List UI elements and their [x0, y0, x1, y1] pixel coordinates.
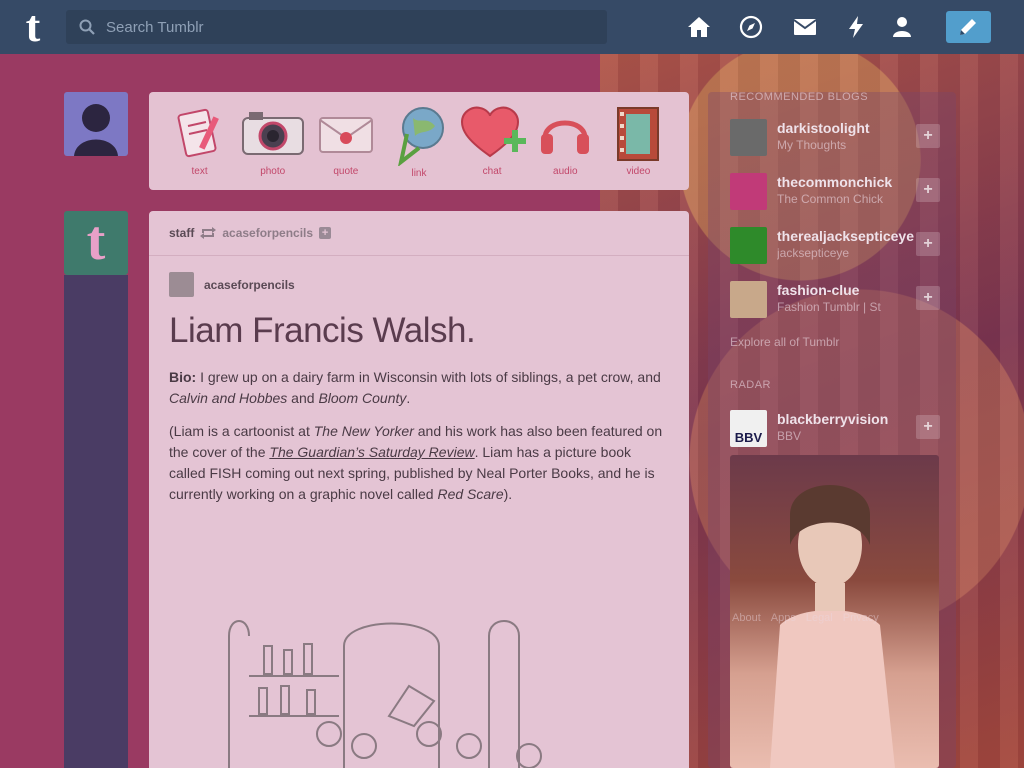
post-type-photo[interactable]: photo [241, 104, 305, 177]
blog-description: Fashion Tumblr | St [777, 300, 881, 314]
reblogger-name[interactable]: staff [169, 226, 194, 240]
footer-apps-link[interactable]: Apps [771, 612, 796, 624]
guardian-link[interactable]: The Guardian’s Saturday Review [269, 444, 474, 460]
post-title: Liam Francis Walsh. [169, 311, 476, 350]
blog-description: BBV [777, 429, 802, 443]
post-type-text[interactable]: text [168, 104, 232, 177]
follow-button[interactable]: + [916, 124, 940, 148]
radar-heading: RADAR [730, 379, 772, 391]
author-avatar[interactable] [169, 272, 194, 297]
radar-blog-avatar[interactable]: BBV [730, 410, 767, 447]
post-header: staff acaseforpencils + [149, 211, 689, 256]
blog-name[interactable]: fashion-clue [777, 282, 917, 298]
radar-blog[interactable]: BBV blackberryvision BBV + [730, 410, 940, 450]
blog-name[interactable]: therealjacksepticeye [777, 228, 917, 244]
post-body: Bio: I grew up on a dairy farm in Wiscon… [149, 351, 689, 505]
footer-privacy-link[interactable]: Privacy [843, 612, 879, 624]
audio-icon [541, 120, 590, 154]
explore-icon[interactable] [739, 15, 763, 39]
recommended-blog[interactable]: darkistoolight My Thoughts + [730, 119, 940, 159]
text-icon [177, 108, 219, 158]
blog-avatar[interactable] [730, 173, 767, 210]
follow-button[interactable]: + [916, 286, 940, 310]
post-byline: acaseforpencils [149, 256, 689, 297]
recommended-blog[interactable]: therealjacksepticeye jacksepticeye + [730, 227, 940, 267]
follow-button[interactable]: + [916, 178, 940, 202]
search-bar[interactable] [66, 10, 607, 44]
right-sidebar: RECOMMENDED BLOGS darkistoolight My Thou… [708, 91, 956, 768]
blog-description: My Thoughts [777, 138, 847, 152]
description-paragraph: (Liam is a cartoonist at The New Yorker … [169, 423, 663, 502]
footer-legal-link[interactable]: Legal [806, 612, 833, 624]
follow-source-button[interactable]: + [319, 227, 332, 239]
camera-icon [241, 112, 304, 155]
inbox-icon[interactable] [793, 15, 817, 39]
chat-icon [461, 106, 527, 158]
post-type-quote[interactable]: quote [314, 104, 378, 177]
dashboard-post: staff acaseforpencils + acaseforpencils … [149, 211, 689, 768]
follow-button[interactable]: + [916, 232, 940, 256]
sidebar-footer: About Apps Legal Privacy [732, 612, 879, 624]
blog-description: jacksepticeye [777, 246, 850, 260]
tumblr-logo[interactable]: t [16, 5, 50, 49]
post-type-audio[interactable]: audio [533, 104, 597, 177]
recommended-blog[interactable]: thecommonchick The Common Chick + [730, 173, 940, 213]
top-navigation-bar: t [0, 0, 1024, 54]
home-icon[interactable] [687, 15, 711, 39]
recommended-heading: RECOMMENDED BLOGS [730, 91, 869, 103]
pencil-icon [960, 19, 976, 35]
post-type-bar: text photo quote link chat audio video [149, 92, 689, 190]
recommended-blog[interactable]: fashion-clue Fashion Tumblr | St + [730, 281, 940, 321]
bio-paragraph: Bio: I grew up on a dairy farm in Wiscon… [169, 369, 661, 406]
avatar-column-trail [64, 275, 128, 768]
search-input[interactable] [106, 18, 607, 36]
video-icon [617, 107, 660, 161]
blog-name[interactable]: thecommonchick [777, 174, 917, 190]
explore-link[interactable]: Explore all of Tumblr [730, 335, 839, 349]
footer-about-link[interactable]: About [732, 612, 761, 624]
activity-icon[interactable] [844, 15, 868, 39]
account-icon[interactable] [890, 15, 914, 39]
post-type-video[interactable]: video [606, 104, 670, 177]
cartoon-illustration [228, 620, 542, 768]
my-avatar[interactable] [64, 92, 128, 156]
reblog-icon [200, 227, 217, 239]
user-silhouette-icon [74, 104, 118, 156]
follow-button[interactable]: + [916, 415, 940, 439]
author-name[interactable]: acaseforpencils [204, 278, 295, 292]
quote-icon [318, 117, 373, 153]
link-icon [398, 107, 444, 166]
post-type-link[interactable]: link [387, 104, 451, 179]
blog-name[interactable]: blackberryvision [777, 411, 917, 427]
blog-avatar[interactable] [730, 119, 767, 156]
blog-avatar[interactable] [730, 227, 767, 264]
blog-description: The Common Chick [777, 192, 884, 206]
source-blog-name[interactable]: acaseforpencils [222, 226, 313, 240]
compose-button[interactable] [946, 11, 991, 43]
blog-avatar[interactable] [730, 281, 767, 318]
post-type-chat[interactable]: chat [460, 104, 527, 177]
search-icon [79, 19, 95, 35]
blog-name[interactable]: darkistoolight [777, 120, 917, 136]
staff-avatar[interactable]: t [64, 211, 128, 275]
